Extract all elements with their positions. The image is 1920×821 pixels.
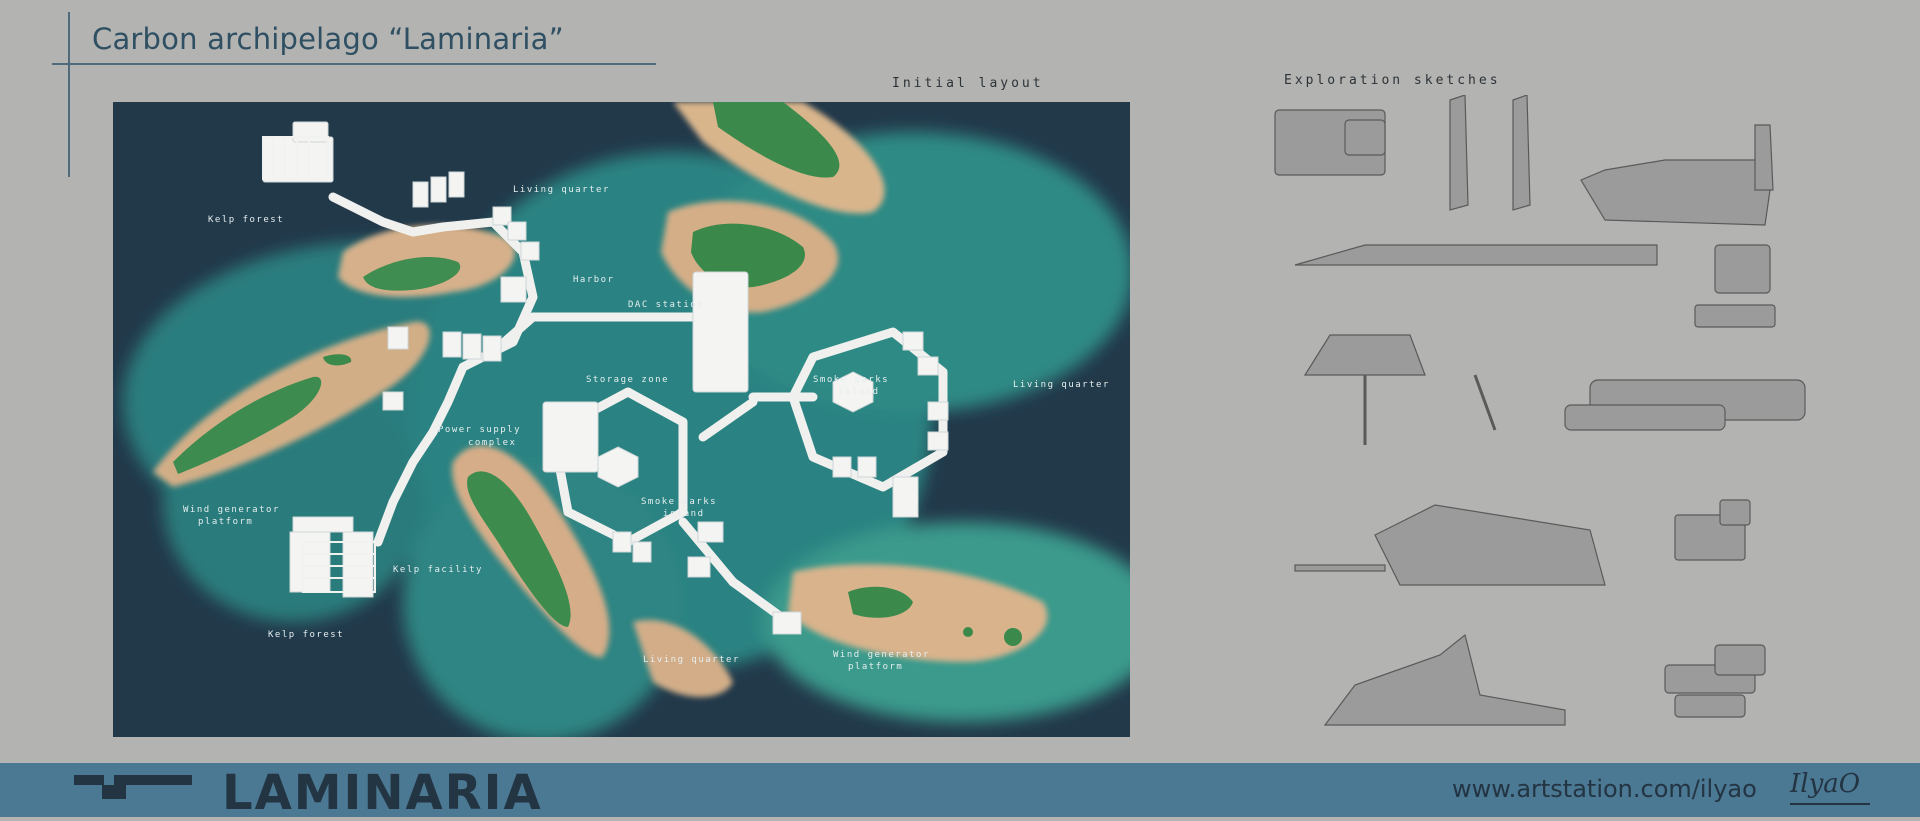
label-smoke-parks-e: Smoke parks bbox=[813, 375, 889, 385]
archipelago-map: Kelp forest Living quarter Harbor DAC st… bbox=[113, 102, 1130, 737]
sketch-vessel-2 bbox=[1323, 633, 1566, 726]
footer-brand: LAMINARIA bbox=[222, 765, 543, 821]
label-kelp-forest-nw: Kelp forest bbox=[208, 215, 284, 225]
title-divider-horizontal bbox=[52, 63, 656, 65]
signature-underline bbox=[1790, 803, 1870, 805]
sketch-vessel bbox=[1580, 159, 1771, 226]
label-wind-platform-s: Wind generator bbox=[833, 650, 930, 660]
page-title: Carbon archipelago “Laminaria” bbox=[92, 22, 564, 56]
sketch-tower-a bbox=[1449, 94, 1469, 211]
sketches-illustration bbox=[1274, 94, 1806, 726]
sketch-tower-b bbox=[1512, 94, 1531, 211]
initial-layout-label: Initial layout bbox=[892, 76, 1044, 91]
laminaria-logo-icon bbox=[74, 775, 192, 799]
label-living-quarter-e: Living quarter bbox=[1013, 380, 1110, 390]
sketch-platform bbox=[1294, 244, 1658, 266]
label-living-quarter-s: Living quarter bbox=[643, 655, 740, 665]
label-kelp-forest-sw: Kelp forest bbox=[268, 630, 344, 640]
exploration-sketches bbox=[1265, 94, 1825, 740]
sketch-wedge bbox=[1374, 504, 1606, 586]
sketch-box bbox=[1714, 244, 1771, 294]
label-smoke-parks-s2: island bbox=[663, 509, 705, 519]
label-storage-zone: Storage zone bbox=[586, 375, 669, 385]
exploration-sketches-label: Exploration sketches bbox=[1284, 73, 1501, 88]
footer-bar: LAMINARIA www.artstation.com/ilyao IlyaO bbox=[0, 763, 1920, 821]
archipelago-map-illustration: Kelp forest Living quarter Harbor DAC st… bbox=[113, 102, 1130, 737]
label-wind-platform-w2: platform bbox=[198, 517, 253, 527]
sketch-stilt-house bbox=[1303, 334, 1426, 376]
label-smoke-parks-e2: island bbox=[838, 387, 880, 397]
sketch-shapes bbox=[1274, 94, 1806, 726]
label-harbor: Harbor bbox=[573, 275, 615, 285]
label-living-quarter-n: Living quarter bbox=[513, 185, 610, 195]
label-wind-platform-s2: platform bbox=[848, 662, 903, 672]
title-divider-vertical bbox=[68, 12, 70, 177]
label-kelp-facility: Kelp facility bbox=[393, 565, 483, 575]
label-power-supply-2: complex bbox=[468, 438, 516, 448]
artist-signature: IlyaO bbox=[1790, 769, 1861, 799]
label-dac-station: DAC station bbox=[628, 300, 704, 310]
artstation-link[interactable]: www.artstation.com/ilyao bbox=[1452, 775, 1757, 803]
label-wind-platform-w: Wind generator bbox=[183, 505, 280, 515]
label-power-supply: Power supply bbox=[438, 425, 521, 435]
label-smoke-parks-s: Smoke parks bbox=[641, 497, 717, 507]
